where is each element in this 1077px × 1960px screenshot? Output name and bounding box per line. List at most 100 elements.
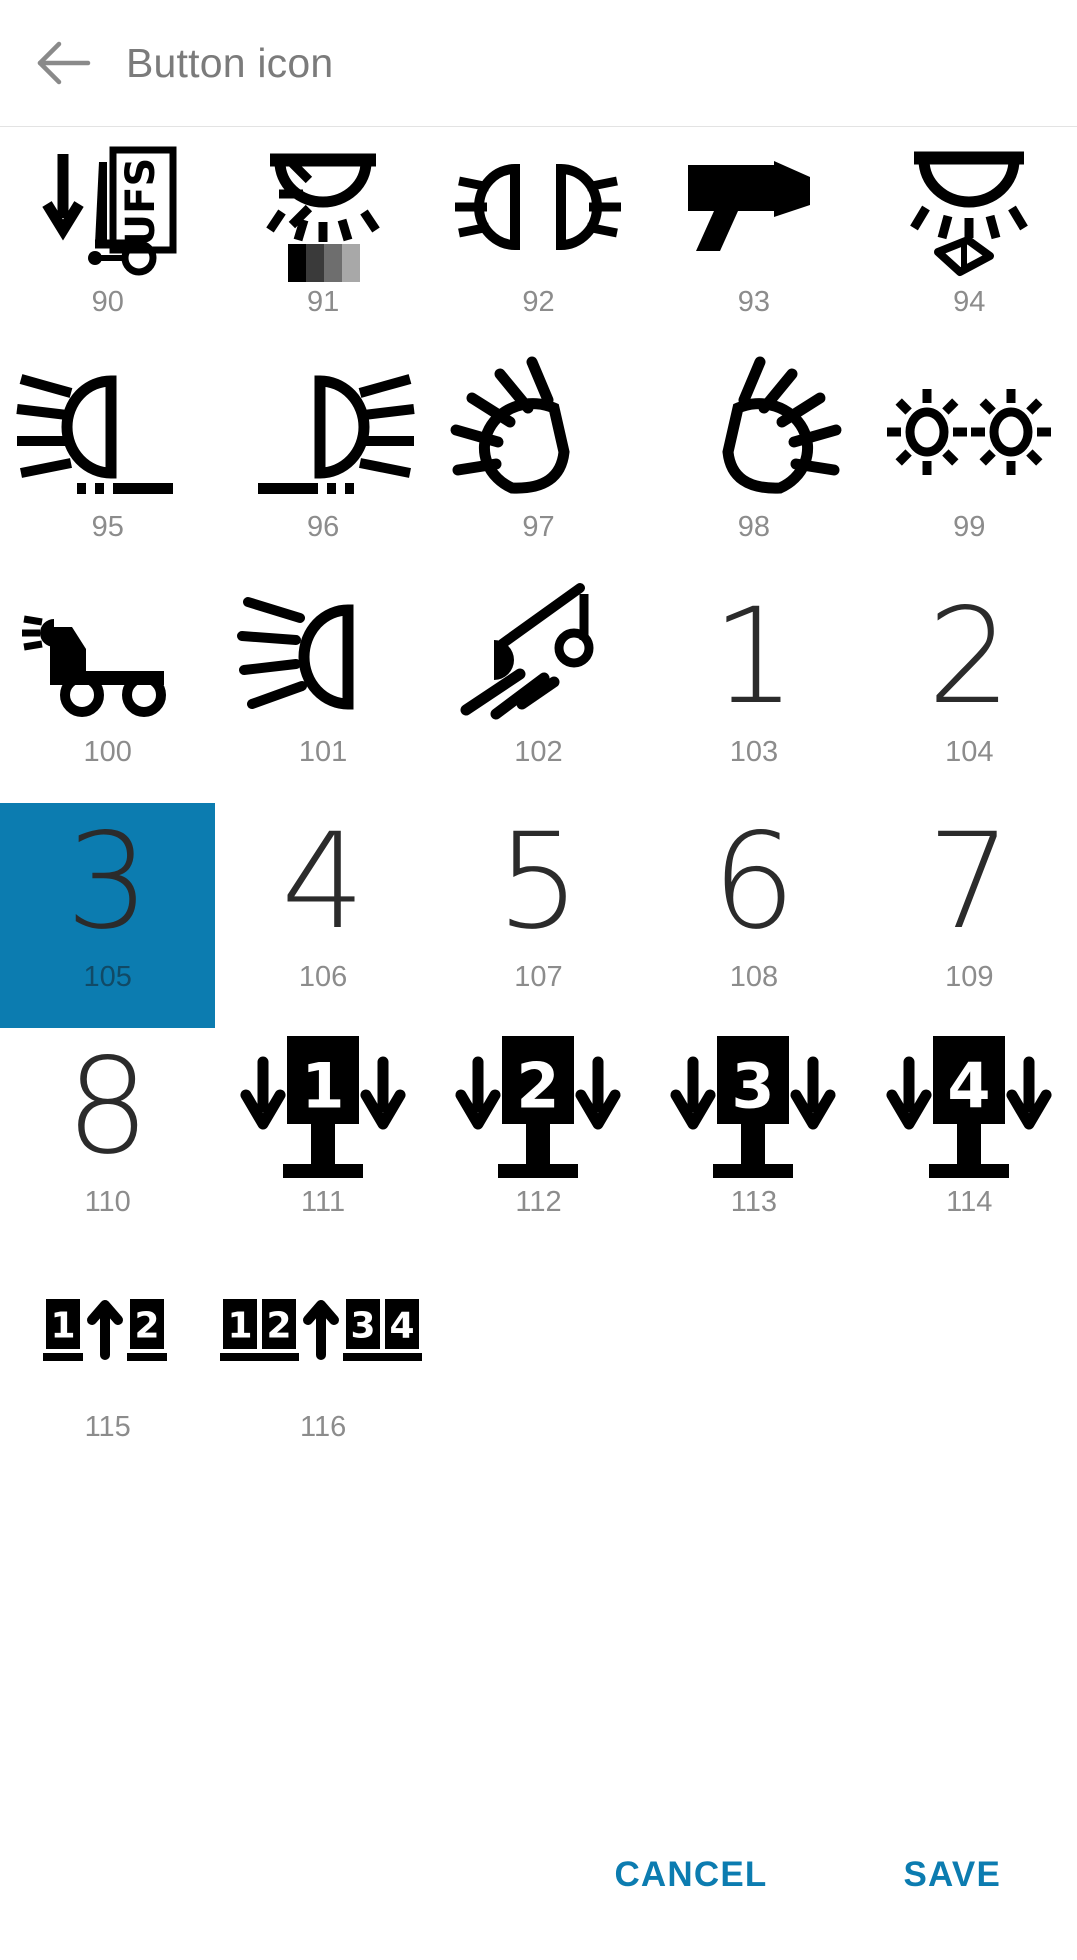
page-title: Button icon (126, 39, 334, 86)
dialog-actions: CANCEL SAVE (0, 1790, 1077, 1960)
digit-glyph: 7 (927, 805, 1012, 959)
back-button[interactable] (28, 27, 100, 99)
icon-cell-109[interactable]: 7 109 (862, 803, 1077, 1028)
icon-cell-label: 91 (306, 286, 340, 318)
icon-cell-label: 93 (737, 286, 771, 318)
icon-cell-label: 101 (298, 736, 348, 768)
svg-text:2: 2 (266, 1306, 291, 1347)
high-beam-headlight-right-icon (646, 353, 861, 511)
forklift-ufs-down-arrow-icon: UFS (0, 128, 215, 286)
digit-5-icon: 5 (431, 803, 646, 961)
icon-cell-label: 94 (953, 286, 986, 318)
svg-text:2: 2 (135, 1306, 160, 1347)
icon-cell-112[interactable]: 2 112 (431, 1028, 646, 1253)
icon-cell-label: 104 (945, 736, 994, 768)
mast-sign-down-arrows-icon: 2 (431, 1028, 646, 1186)
icon-cell-105[interactable]: 3 105 (0, 803, 216, 1028)
digit-glyph: 2 (927, 580, 1012, 734)
boxes-up-arrow-quad-icon: 12 34 (215, 1253, 430, 1411)
digit-glyph: 5 (496, 805, 581, 959)
icon-cell-106[interactable]: 4 106 (215, 803, 430, 1028)
digit-8-icon: 8 (0, 1028, 215, 1186)
icon-cell-label: 114 (946, 1186, 993, 1218)
icon-cell-102[interactable]: 102 (431, 578, 646, 803)
svg-text:2: 2 (516, 1050, 559, 1123)
icon-cell-label: 92 (522, 286, 555, 318)
icon-cell-label: 96 (306, 511, 340, 543)
arrow-left-icon (37, 41, 91, 85)
svg-text:UFS: UFS (118, 158, 164, 247)
icon-cell-90[interactable]: UFS 90 (0, 128, 215, 353)
spotlight-on-pole-icon (431, 578, 646, 736)
high-beam-headlight-left-icon (431, 353, 646, 511)
icon-cell-91[interactable]: 91 (215, 128, 430, 353)
icon-cell-113[interactable]: 3 113 (646, 1028, 861, 1253)
icon-cell-96[interactable]: 96 (215, 353, 430, 578)
icon-cell-92[interactable]: 92 (431, 128, 646, 353)
svg-text:1: 1 (301, 1050, 344, 1123)
digit-6-icon: 6 (646, 803, 861, 961)
icon-cell-label: 99 (953, 511, 986, 543)
icon-cell-107[interactable]: 5 107 (431, 803, 646, 1028)
icon-cell-104[interactable]: 2 104 (862, 578, 1077, 803)
ceiling-lamp-book-icon (862, 128, 1077, 286)
icon-cell-101[interactable]: 101 (215, 578, 430, 803)
icon-cell-111[interactable]: 1 111 (215, 1028, 430, 1253)
truck-with-beam-icon (0, 578, 215, 736)
double-headlight-beams-icon (431, 128, 646, 286)
beam-headlight-rays-left-icon (215, 578, 430, 736)
mast-sign-down-arrows-icon: 3 (646, 1028, 861, 1186)
app-bar: Button icon (0, 0, 1077, 127)
svg-text:1: 1 (227, 1306, 252, 1347)
svg-text:4: 4 (947, 1050, 990, 1123)
icon-cell-116[interactable]: 1 2 3 4 116 (215, 1253, 430, 1478)
icon-cell-label: 100 (83, 736, 132, 768)
icon-cell-label: 98 (737, 511, 771, 543)
icon-cell-label: 115 (84, 1411, 131, 1443)
icon-cell-label: 102 (514, 736, 563, 768)
mast-sign-down-arrows-icon: 4 (862, 1028, 1077, 1186)
digit-glyph: 3 (65, 805, 150, 959)
icon-cell-114[interactable]: 4 114 (862, 1028, 1077, 1253)
low-beam-headlight-right-icon (215, 353, 430, 511)
icon-cell-label: 109 (945, 961, 994, 993)
icon-cell-94[interactable]: 94 (862, 128, 1077, 353)
icon-cell-98[interactable]: 98 (646, 353, 861, 578)
low-beam-headlight-left-icon (0, 353, 215, 511)
icon-cell-100[interactable]: 100 (0, 578, 215, 803)
icon-cell-110[interactable]: 8 110 (0, 1028, 215, 1253)
digit-2-icon: 2 (862, 578, 1077, 736)
icon-cell-label: 103 (729, 736, 779, 768)
icon-cell-99[interactable]: 99 (862, 353, 1077, 578)
icon-cell-label: 97 (522, 511, 555, 543)
cancel-button[interactable]: CANCEL (590, 1837, 791, 1913)
icon-cell-97[interactable]: 97 (431, 353, 646, 578)
digit-1-icon: 1 (646, 578, 861, 736)
icon-cell-95[interactable]: 95 (0, 353, 215, 578)
icon-cell-label: 95 (91, 511, 124, 543)
digit-3-icon: 3 (0, 803, 215, 961)
two-sun-lamps-icon (862, 353, 1077, 511)
digit-4-icon: 4 (215, 803, 430, 961)
svg-text:3: 3 (732, 1050, 775, 1123)
icon-cell-label: 112 (515, 1186, 562, 1218)
icon-cell-label: 90 (91, 286, 124, 318)
icon-cell-103[interactable]: 1 103 (646, 578, 861, 803)
save-button[interactable]: SAVE (879, 1837, 1025, 1913)
digit-7-icon: 7 (862, 803, 1077, 961)
icon-cell-93[interactable]: 93 (646, 128, 861, 353)
svg-text:4: 4 (389, 1306, 414, 1347)
digit-glyph: 4 (281, 805, 366, 959)
work-light-projector-icon (646, 128, 861, 286)
boxes-up-arrow-pair-icon: 12 (0, 1253, 215, 1411)
icon-cell-label: 107 (514, 961, 563, 993)
digit-glyph: 8 (65, 1030, 150, 1184)
icon-cell-108[interactable]: 6 108 (646, 803, 861, 1028)
icon-cell-label: 113 (730, 1186, 777, 1218)
icon-cell-label: 116 (299, 1411, 347, 1443)
icon-cell-115[interactable]: 1 2 115 (0, 1253, 215, 1478)
svg-text:3: 3 (350, 1306, 375, 1347)
icon-cell-label: 108 (729, 961, 779, 993)
mast-sign-down-arrows-icon: 1 (215, 1028, 430, 1186)
icon-cell-label: 110 (84, 1186, 131, 1218)
